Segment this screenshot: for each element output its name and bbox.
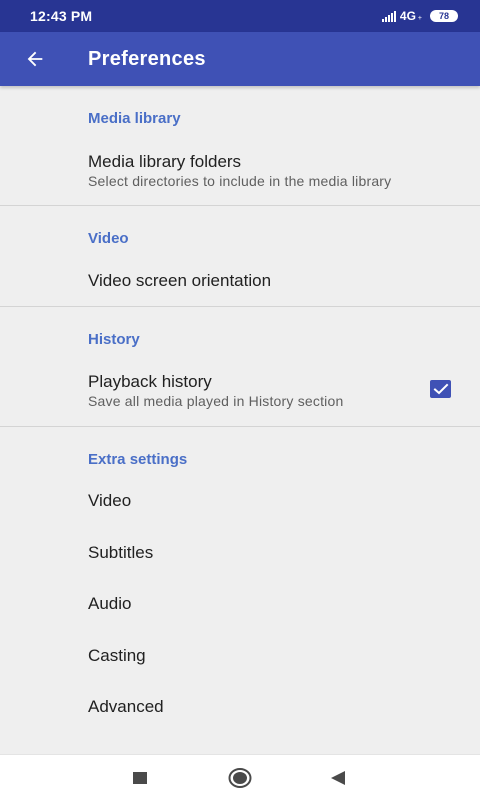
pref-title: Audio (88, 594, 132, 613)
divider (0, 426, 480, 427)
home-circle-icon (228, 768, 252, 788)
status-time: 12:43 PM (30, 8, 93, 24)
pref-title: Video (88, 491, 132, 510)
home-button[interactable] (228, 767, 252, 789)
pref-title: Playback history (88, 372, 212, 391)
nav-back-button[interactable] (328, 769, 348, 787)
back-triangle-icon (331, 771, 345, 785)
pref-title: Media library folders (88, 152, 242, 171)
playback-history-checkbox[interactable] (430, 380, 451, 398)
checkmark-icon (433, 383, 448, 395)
preferences-list: Media library Media library folders Sele… (0, 86, 480, 754)
signal-icon (381, 10, 396, 22)
status-icons: 4G + 78 (381, 9, 458, 23)
status-bar: 12:43 PM 4G + 78 (0, 0, 480, 32)
pref-summary: Save all media played in History section (88, 393, 344, 409)
pref-video-screen-orientation[interactable]: Video screen orientation (0, 256, 480, 306)
section-header-extra-settings: Extra settings (88, 451, 188, 468)
pref-extra-audio[interactable]: Audio (0, 579, 480, 629)
pref-title: Advanced (88, 697, 164, 716)
battery-icon: 78 (430, 10, 458, 22)
recents-button[interactable] (130, 770, 150, 786)
divider (0, 306, 480, 307)
pref-extra-video[interactable]: Video (0, 476, 480, 526)
divider (0, 205, 480, 206)
pref-extra-casting[interactable]: Casting (0, 631, 480, 681)
recents-square-icon (133, 772, 147, 784)
pref-extra-subtitles[interactable]: Subtitles (0, 528, 480, 578)
pref-title: Casting (88, 646, 146, 665)
pref-media-library-folders[interactable]: Media library folders Select directories… (0, 136, 480, 204)
pref-playback-history[interactable]: Playback history Save all media played i… (0, 358, 480, 424)
pref-title: Video screen orientation (88, 271, 272, 290)
pref-title: Subtitles (88, 543, 154, 562)
back-button[interactable] (0, 32, 70, 86)
arrow-back-icon (27, 51, 43, 67)
section-header-history: History (88, 331, 140, 348)
pref-summary: Select directories to include in the med… (88, 173, 392, 189)
app-bar: Preferences (0, 32, 480, 86)
page-title: Preferences (88, 47, 206, 70)
system-nav-bar (0, 754, 480, 800)
section-header-video: Video (88, 230, 129, 247)
section-header-media-library: Media library (88, 110, 181, 127)
network-sub: + (417, 14, 422, 22)
network-type: 4G (399, 9, 416, 23)
pref-extra-advanced[interactable]: Advanced (0, 682, 480, 732)
